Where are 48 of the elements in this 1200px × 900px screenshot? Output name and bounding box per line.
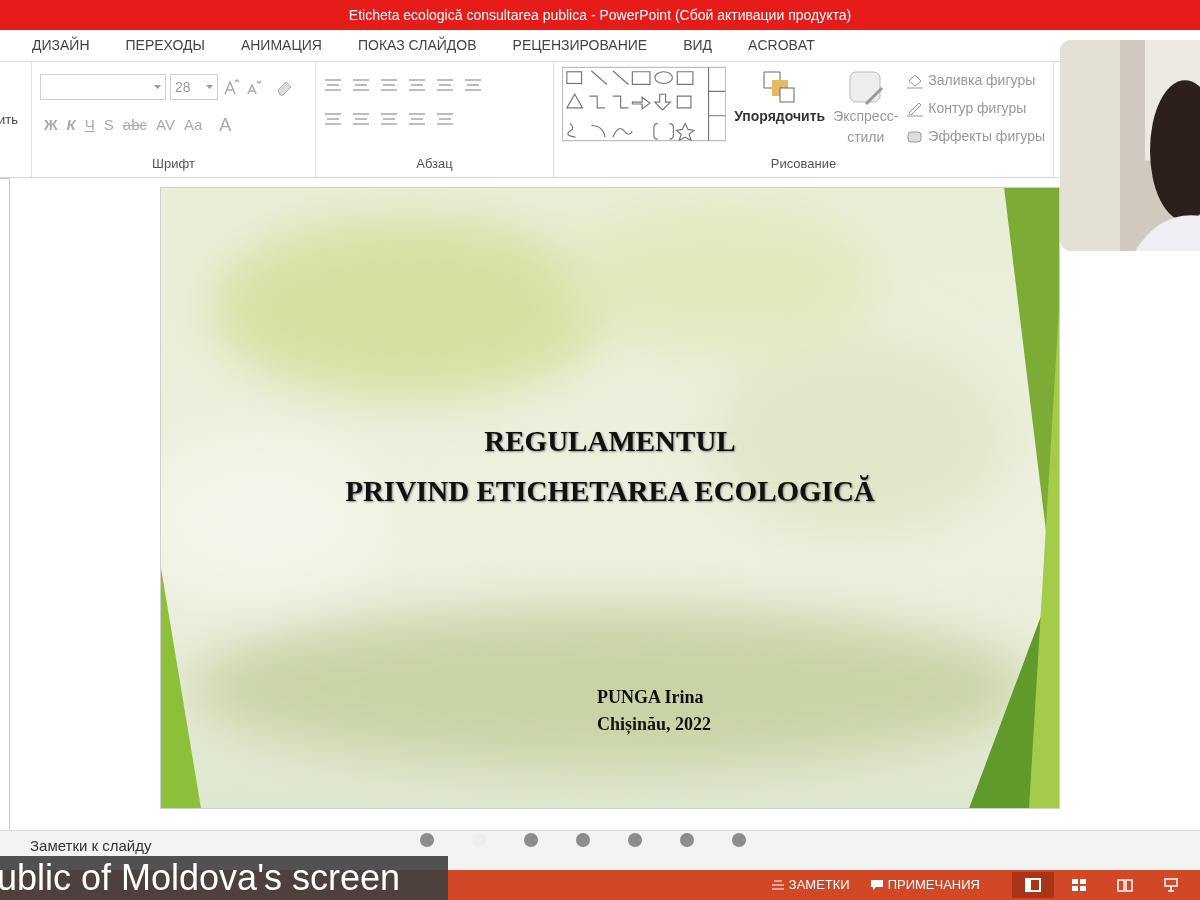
slide-place-date: Chișinău, 2022 [596,713,711,737]
group-label: Шрифт [151,154,196,173]
format-button[interactable]: Aa [183,114,203,137]
slide-title: PRIVIND ETICHETAREA ECOLOGICĂ [345,474,875,509]
window-title: Eticheta ecologică consultarea publica - PowerPoint (Сбой активации продукта) [348,5,852,25]
ribbon-tab[interactable]: РЕЦЕНЗИРОВАНИЕ [500,30,660,61]
notes-button[interactable]: ЗАМЕТКИ [766,875,854,895]
shape-format-button[interactable]: Заливка фигуры [906,70,1045,91]
normal-view-icon [1025,878,1041,892]
format-button[interactable]: К [66,114,76,137]
ribbon-tab[interactable]: ACROBAT [736,30,827,61]
arrange-button[interactable]: Упорядочить [734,106,826,127]
ribbon-tab[interactable]: ПОКАЗ СЛАЙДОВ [345,30,489,61]
grow-font-icon[interactable] [222,78,240,96]
caret-icon[interactable] [206,85,213,89]
shape-format-button[interactable]: Контур фигуры [906,98,1045,119]
format-button[interactable]: Ж [44,114,58,137]
comments-button[interactable]: ПРИМЕЧАНИЯ [865,875,984,895]
notes-icon [770,879,785,891]
shape-format-button[interactable]: Эффекты фигуры [906,126,1045,147]
format-button[interactable]: Ч [84,114,95,137]
shrink-font-icon[interactable] [244,78,262,96]
reading-view-icon [1117,878,1133,892]
ribbon-tab[interactable]: ПЕРЕХОДЫ [113,30,217,61]
format-button[interactable]: AV [156,114,175,137]
format-button[interactable]: abc [122,114,147,137]
ribbon-tab[interactable]: АНИМАЦИЯ [228,30,334,61]
quick-styles-label[interactable]: стили [847,127,885,148]
slide-author: PUNGA Irina [596,686,704,709]
font-size-field[interactable]: 28 [170,74,218,100]
sorter-view-icon [1071,878,1087,892]
format-button[interactable]: A [219,112,232,139]
comment-icon [869,879,884,891]
group-label: Рисование [769,154,838,173]
pencil-icon [906,100,925,117]
quick-styles-label[interactable]: Экспресс- [833,106,899,127]
arrange-icon[interactable] [761,70,798,106]
notes-placeholder: Заметки к слайду [30,836,152,856]
ribbon-tab[interactable]: ДИЗАЙН [20,30,102,61]
shapes-gallery-drawing[interactable] [562,66,727,142]
show-view-icon [1163,878,1179,892]
caret-icon[interactable] [154,85,161,89]
ribbon-tab[interactable]: ВИД [671,30,725,61]
slide-title: REGULAMENTUL [484,424,736,459]
group-label: Абзац [415,154,454,173]
font-name-field[interactable] [40,74,166,100]
normal-view-button[interactable] [1012,872,1054,898]
format-button[interactable]: S [103,114,114,137]
